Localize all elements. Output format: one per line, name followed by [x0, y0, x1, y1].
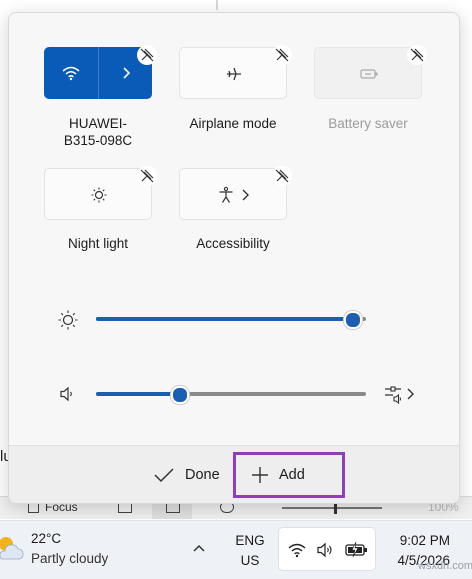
audio-mixer-icon [385, 386, 401, 405]
zoom-slider[interactable] [282, 507, 382, 509]
chevron-right-icon [242, 189, 249, 201]
show-hidden-icons-chevron-icon[interactable] [192, 543, 206, 553]
wifi-tile[interactable] [44, 47, 152, 99]
airplane-mode-tile[interactable] [179, 47, 287, 99]
chevron-right-icon [123, 67, 131, 79]
speaker-icon[interactable] [59, 385, 77, 403]
unpin-battery-saver-button[interactable] [407, 45, 427, 65]
battery-saver-icon [360, 69, 378, 79]
airplane-mode-label: Airplane mode [189, 116, 277, 131]
unpin-icon [275, 169, 289, 183]
audio-output-button[interactable] [383, 383, 417, 405]
language-code: ENG [235, 533, 265, 548]
battery-saver-label: Battery saver [328, 116, 408, 131]
add-button-highlight [233, 452, 345, 498]
checkmark-icon [154, 468, 174, 483]
quick-settings-panel: HUAWEI- B315-098C Airplane mode Battery … [8, 12, 460, 504]
volume-thumb[interactable] [171, 386, 189, 404]
wifi-icon [288, 543, 306, 558]
weather-description: Partly cloudy [31, 551, 109, 566]
unpin-icon [410, 48, 424, 62]
taskbar: 22°C Partly cloudy ENG US 9:02 PM 4/5/20… [0, 520, 472, 579]
system-tray-quick-settings-button[interactable] [278, 527, 376, 571]
done-button[interactable]: Done [153, 446, 220, 503]
partly-cloudy-icon [0, 537, 24, 560]
accessibility-tile[interactable] [179, 168, 287, 220]
volume-fill [96, 392, 180, 396]
night-light-label: Night light [67, 236, 129, 251]
battery-saver-tile[interactable] [314, 47, 422, 99]
quick-settings-footer: Done Add [9, 445, 459, 503]
brightness-fill [96, 317, 353, 321]
unpin-icon [140, 48, 154, 62]
wifi-toggle[interactable] [44, 47, 98, 99]
weather-temperature: 22°C [31, 531, 62, 546]
background-divider [216, 0, 218, 10]
accessibility-icon [219, 186, 233, 203]
watermark: wsxdn.com [418, 560, 472, 572]
done-label: Done [185, 467, 220, 483]
wifi-label-line1: HUAWEI- [69, 116, 127, 131]
wifi-label-line2: B315-098C [63, 133, 133, 148]
weather-widget[interactable]: 22°C Partly cloudy [0, 521, 150, 579]
keyboard-layout: US [240, 553, 260, 568]
sun-icon [91, 187, 107, 203]
wifi-icon [62, 66, 80, 81]
unpin-icon [140, 169, 154, 183]
volume-slider[interactable] [96, 386, 366, 404]
brightness-slider[interactable] [96, 311, 366, 329]
wifi-label: HUAWEI- B315-098C [28, 115, 168, 149]
brightness-thumb[interactable] [344, 311, 362, 329]
airplane-icon [227, 67, 241, 81]
unpin-wifi-button[interactable] [137, 45, 157, 65]
night-light-tile[interactable] [44, 168, 152, 220]
battery-charging-icon [345, 542, 367, 558]
input-language-indicator[interactable]: ENG US [232, 531, 268, 571]
chevron-right-icon [407, 388, 414, 400]
unpin-night-light-button[interactable] [137, 166, 157, 186]
brightness-icon [58, 310, 78, 330]
unpin-airplane-button[interactable] [272, 45, 292, 65]
unpin-icon [275, 48, 289, 62]
volume-icon [317, 542, 332, 558]
unpin-accessibility-button[interactable] [272, 166, 292, 186]
accessibility-label: Accessibility [196, 236, 270, 251]
clock-time: 9:02 PM [399, 533, 450, 548]
